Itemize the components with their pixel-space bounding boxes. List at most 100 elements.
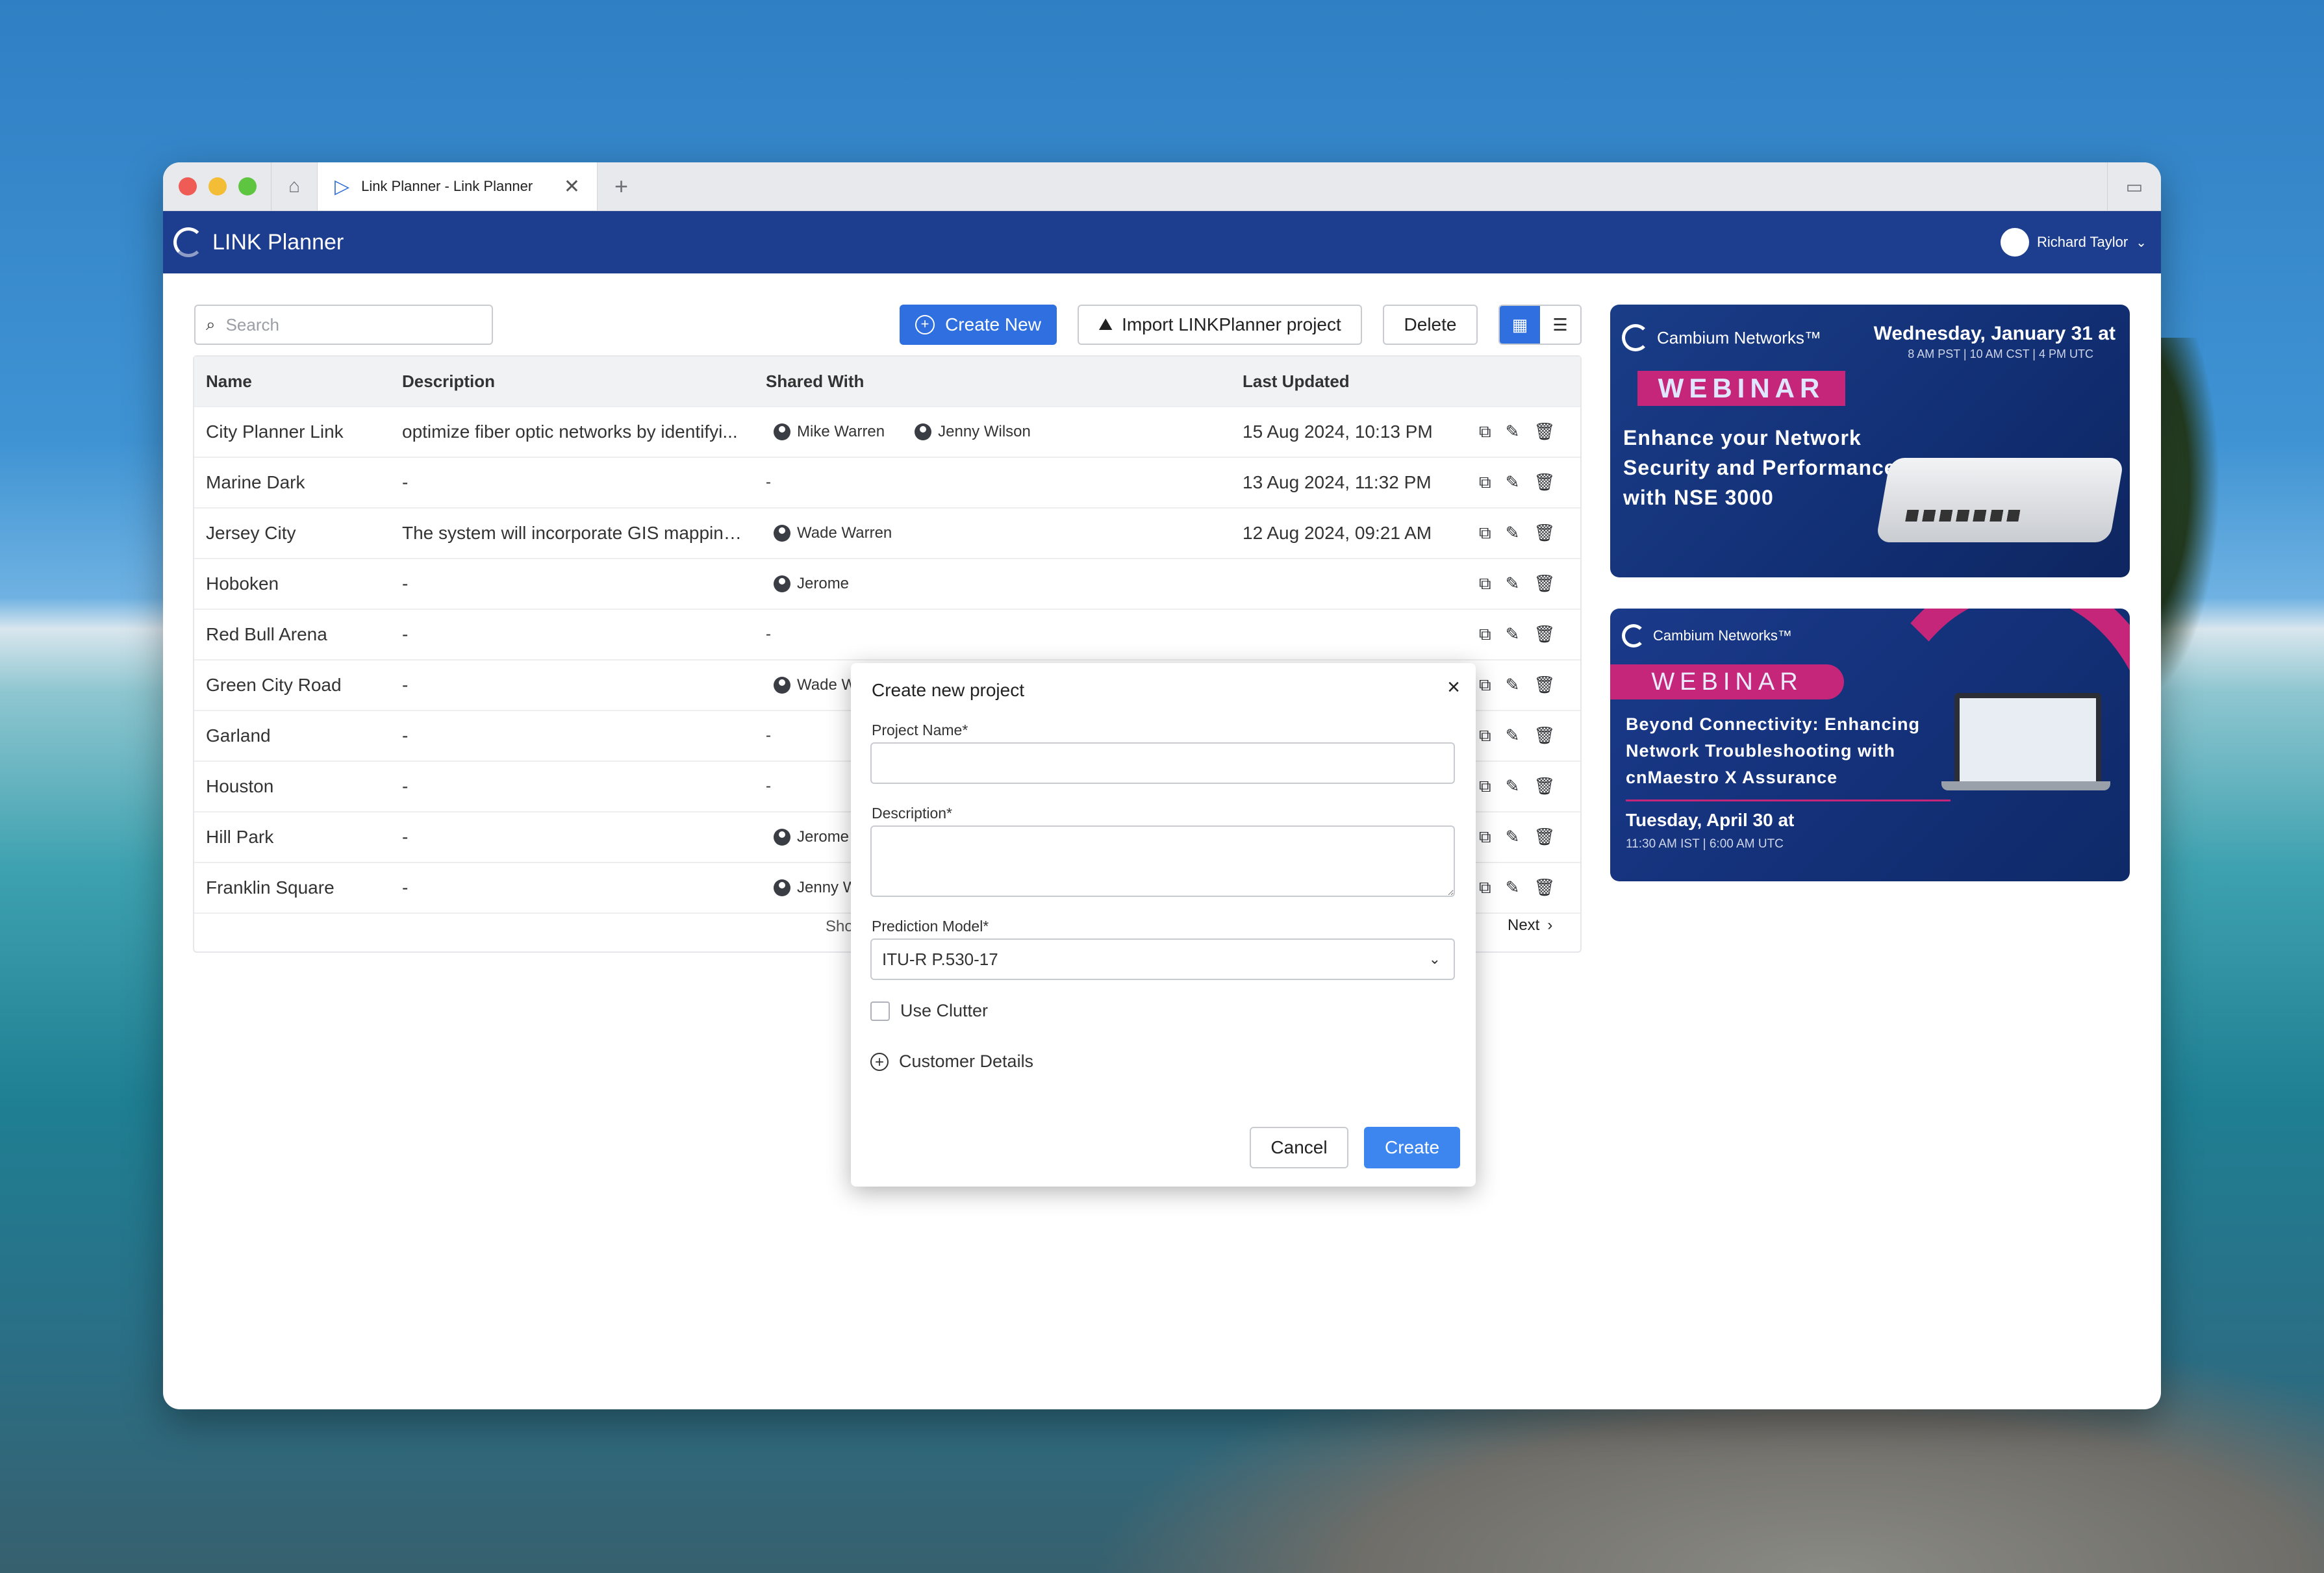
copy-icon[interactable]: ⧉ <box>1479 675 1491 696</box>
edit-icon[interactable]: ✎ <box>1506 523 1520 544</box>
search-icon: ⌕ <box>206 314 216 334</box>
chevron-down-icon: ⌄ <box>2136 235 2147 250</box>
project-description: The system will incorporate GIS mapping.… <box>402 523 746 543</box>
sidebar-toggle-icon[interactable]: ▭ <box>2107 162 2161 210</box>
main-content: ⌕ + Create New ⛰ Import LINKPlanner proj… <box>163 273 2161 1409</box>
trash-icon[interactable]: 🗑 <box>1534 827 1555 848</box>
user-menu[interactable]: Richard Taylor ⌄ <box>2001 228 2147 257</box>
header-description[interactable]: Description <box>402 371 746 392</box>
edit-icon[interactable]: ✎ <box>1506 827 1520 848</box>
trash-icon[interactable]: 🗑 <box>1534 776 1555 797</box>
project-name[interactable]: Red Bull Arena <box>206 624 327 645</box>
edit-icon[interactable]: ✎ <box>1506 776 1520 797</box>
project-name[interactable]: Hoboken <box>206 573 279 594</box>
description-textarea[interactable] <box>870 825 1455 897</box>
plus-icon[interactable]: + <box>614 173 628 200</box>
edit-icon[interactable]: ✎ <box>1506 472 1520 493</box>
header-shared-with[interactable]: Shared With <box>766 371 864 392</box>
person-icon <box>774 525 790 542</box>
create-new-button[interactable]: + Create New <box>900 305 1057 345</box>
project-name[interactable]: City Planner Link <box>206 422 344 442</box>
brand: Cambium Networks™ <box>1622 324 1821 351</box>
user-name: Richard Taylor <box>2037 234 2128 250</box>
header-name[interactable]: Name <box>206 371 252 392</box>
project-name-input[interactable] <box>870 742 1455 784</box>
copy-icon[interactable]: ⧉ <box>1479 472 1491 493</box>
person-icon <box>774 829 790 846</box>
browser-tab[interactable]: ▷ Link Planner - Link Planner ✕ <box>317 162 598 210</box>
row-actions: ⧉ ✎ 🗑 <box>1479 624 1555 645</box>
import-project-button[interactable]: ⛰ Import LINKPlanner project <box>1078 305 1362 345</box>
edit-icon[interactable]: ✎ <box>1506 573 1520 594</box>
close-tab-icon[interactable]: ✕ <box>564 175 580 198</box>
copy-icon[interactable]: ⧉ <box>1479 725 1491 746</box>
project-name[interactable]: Hill Park <box>206 827 273 848</box>
project-name[interactable]: Green City Road <box>206 675 342 696</box>
use-clutter-checkbox[interactable]: Use Clutter <box>870 1001 988 1021</box>
table-row[interactable]: Hoboken - Jerome ⧉ ✎ 🗑 <box>194 559 1580 610</box>
webinar-banner-cnmaestro[interactable]: Cambium Networks™ WEBINAR Beyond Connect… <box>1610 609 2130 881</box>
edit-icon[interactable]: ✎ <box>1506 624 1520 645</box>
edit-icon[interactable]: ✎ <box>1506 877 1520 898</box>
table-row[interactable]: City Planner Link optimize fiber optic n… <box>194 407 1580 458</box>
minimize-window-button[interactable] <box>208 177 227 195</box>
delete-button[interactable]: Delete <box>1383 305 1478 345</box>
grid-view-icon[interactable]: ▦ <box>1500 306 1540 344</box>
shared-user-chip: Jenny W <box>766 879 857 897</box>
project-name[interactable]: Jersey City <box>206 523 296 544</box>
copy-icon[interactable]: ⧉ <box>1479 422 1491 442</box>
project-name[interactable]: Franklin Square <box>206 877 335 898</box>
copy-icon[interactable]: ⧉ <box>1479 523 1491 544</box>
copy-icon[interactable]: ⧉ <box>1479 776 1491 797</box>
row-actions: ⧉ ✎ 🗑 <box>1479 675 1555 696</box>
webinar-banner-nse3000[interactable]: Cambium Networks™ Wednesday, January 31 … <box>1610 305 2130 577</box>
project-description: - <box>402 472 409 492</box>
list-view-icon[interactable]: ☰ <box>1540 306 1580 344</box>
trash-icon[interactable]: 🗑 <box>1534 877 1555 898</box>
copy-icon[interactable]: ⧉ <box>1479 624 1491 645</box>
project-name-label: Project Name* <box>872 722 968 738</box>
prediction-model-select[interactable]: ITU-R P.530-17 ⌄ <box>870 938 1455 980</box>
copy-icon[interactable]: ⧉ <box>1479 877 1491 898</box>
table-row[interactable]: Jersey City The system will incorporate … <box>194 509 1580 559</box>
last-updated: 12 Aug 2024, 09:21 AM <box>1243 523 1432 543</box>
project-name[interactable]: Garland <box>206 725 271 746</box>
project-name[interactable]: Houston <box>206 776 273 797</box>
copy-icon[interactable]: ⧉ <box>1479 827 1491 848</box>
cancel-button[interactable]: Cancel <box>1250 1127 1348 1168</box>
shared-user-name: Wade W <box>797 676 857 694</box>
shared-with: Wade W <box>766 676 856 694</box>
device-ports <box>1905 510 2025 522</box>
trash-icon[interactable]: 🗑 <box>1534 624 1555 645</box>
last-updated: 13 Aug 2024, 11:32 PM <box>1243 472 1432 492</box>
table-row[interactable]: Red Bull Arena - - ⧉ ✎ 🗑 <box>194 610 1580 661</box>
search-input[interactable] <box>224 314 474 336</box>
trash-icon[interactable]: 🗑 <box>1534 422 1555 442</box>
edit-icon[interactable]: ✎ <box>1506 675 1520 696</box>
trash-icon[interactable]: 🗑 <box>1534 675 1555 696</box>
create-button[interactable]: Create <box>1364 1127 1460 1168</box>
trash-icon[interactable]: 🗑 <box>1534 725 1555 746</box>
banner-times: 11:30 AM IST | 6:00 AM UTC <box>1626 837 1784 851</box>
close-icon[interactable]: × <box>1447 675 1460 700</box>
trash-icon[interactable]: 🗑 <box>1534 472 1555 493</box>
edit-icon[interactable]: ✎ <box>1506 422 1520 442</box>
cambium-logo-icon <box>1622 324 1649 351</box>
chevron-down-icon: ⌄ <box>1428 951 1441 967</box>
prediction-model-label: Prediction Model* <box>872 918 989 935</box>
header-last-updated[interactable]: Last Updated <box>1243 371 1350 392</box>
shared-user-chip: Wade W <box>766 676 856 694</box>
project-name[interactable]: Marine Dark <box>206 472 305 493</box>
dialog-title: Create new project <box>872 680 1025 700</box>
next-page-button[interactable]: Next › <box>1508 916 1552 935</box>
table-row[interactable]: Marine Dark - - 13 Aug 2024, 11:32 PM ⧉ ✎… <box>194 458 1580 509</box>
trash-icon[interactable]: 🗑 <box>1534 523 1555 544</box>
customer-details-toggle[interactable]: + Customer Details <box>870 1051 1033 1072</box>
copy-icon[interactable]: ⧉ <box>1479 573 1491 594</box>
edit-icon[interactable]: ✎ <box>1506 725 1520 746</box>
home-icon[interactable]: ⌂ <box>272 162 317 210</box>
maximize-window-button[interactable] <box>238 177 257 195</box>
trash-icon[interactable]: 🗑 <box>1534 573 1555 594</box>
close-window-button[interactable] <box>179 177 197 195</box>
customer-details-label: Customer Details <box>899 1051 1034 1071</box>
